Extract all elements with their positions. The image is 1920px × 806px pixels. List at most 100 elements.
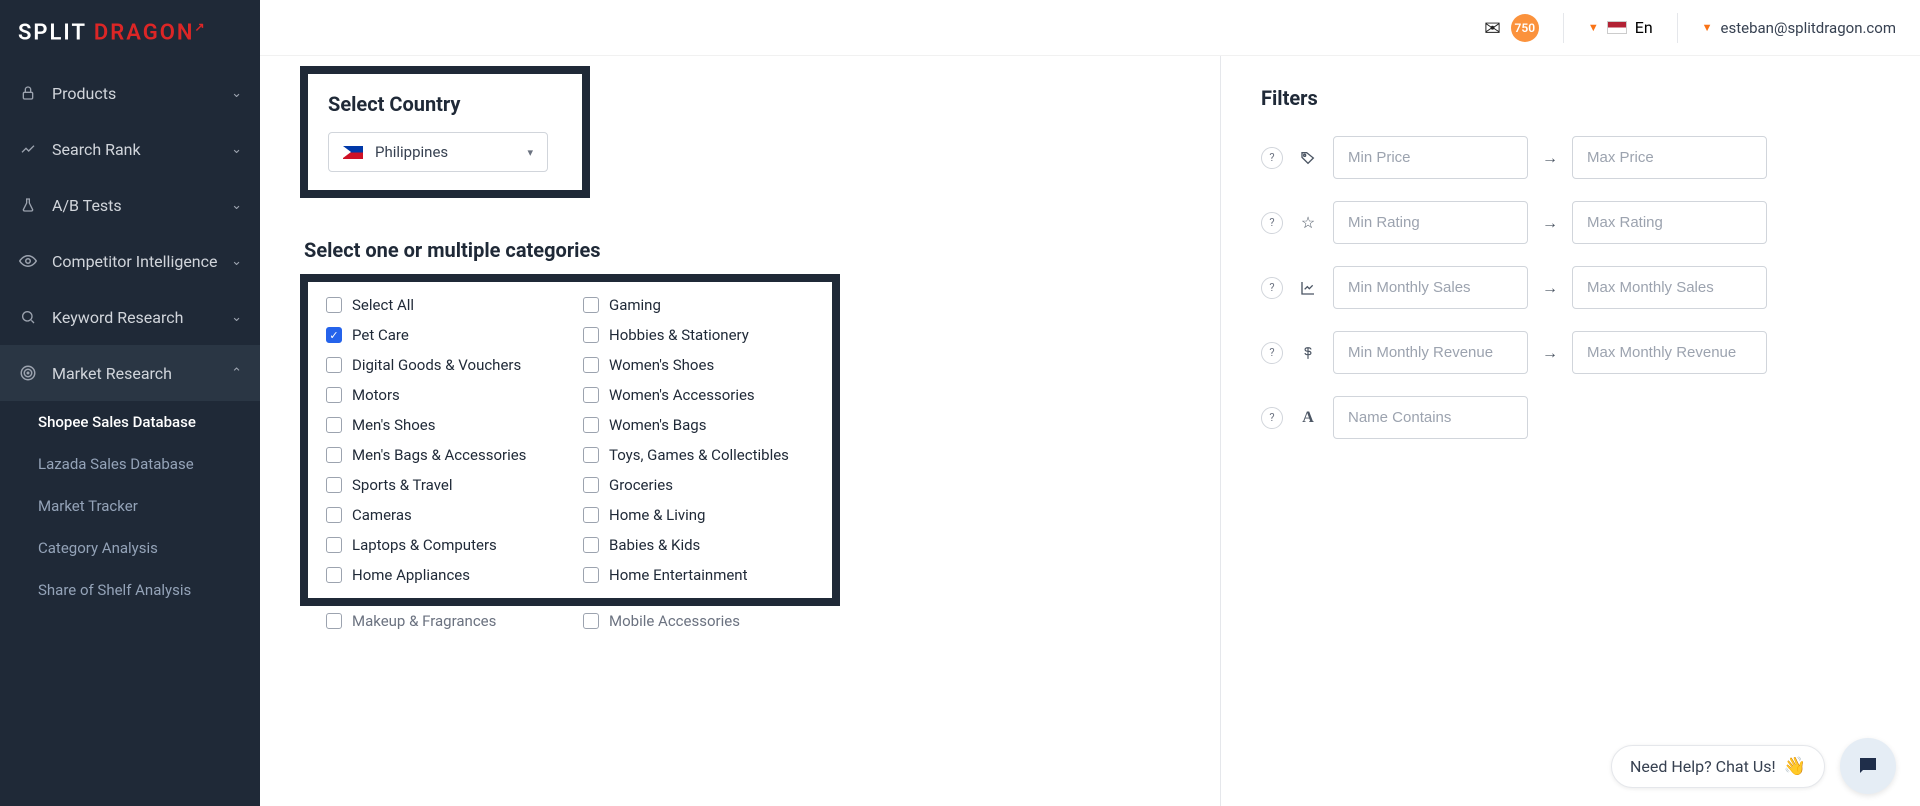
checkbox[interactable] (583, 567, 599, 583)
max-price-input[interactable] (1572, 136, 1767, 179)
subnav-shelf[interactable]: Share of Shelf Analysis (20, 569, 260, 611)
min-sales-input[interactable] (1333, 266, 1528, 309)
category-item[interactable]: Hobbies & Stationery (583, 326, 814, 344)
arrow-right-icon: → (1542, 213, 1558, 233)
checkbox[interactable] (583, 537, 599, 553)
category-item[interactable]: ✓ Pet Care (326, 326, 557, 344)
checkbox[interactable] (326, 613, 342, 629)
checkbox[interactable]: ✓ (326, 327, 342, 343)
caret-down-icon: ▾ (527, 146, 533, 159)
language-label: En (1635, 18, 1653, 37)
help-icon[interactable]: ? (1261, 212, 1283, 234)
nav-keyword[interactable]: Keyword Research ⌄ (0, 289, 260, 345)
category-label: Women's Shoes (609, 356, 714, 374)
checkbox[interactable] (326, 417, 342, 433)
category-item[interactable]: Women's Accessories (583, 386, 814, 404)
checkbox[interactable] (583, 357, 599, 373)
category-item[interactable]: Gaming (583, 296, 814, 314)
checkbox[interactable] (326, 447, 342, 463)
category-label: Makeup & Fragrances (352, 612, 496, 630)
category-item[interactable]: Cameras (326, 506, 557, 524)
filter-row-price: ? → (1261, 136, 1880, 179)
subnav: Shopee Sales Database Lazada Sales Datab… (0, 401, 260, 611)
checkbox[interactable] (583, 297, 599, 313)
dollar-icon (1297, 345, 1319, 361)
help-icon[interactable]: ? (1261, 342, 1283, 364)
help-icon[interactable]: ? (1261, 407, 1283, 429)
nav-products[interactable]: Products ⌄ (0, 65, 260, 121)
chat-button[interactable] (1840, 738, 1896, 794)
checkbox[interactable] (326, 507, 342, 523)
chart-line-icon (18, 139, 38, 159)
checkbox[interactable] (326, 297, 342, 313)
category-item[interactable]: Select All (326, 296, 557, 314)
country-selected: Philippines (375, 143, 448, 161)
checkbox[interactable] (583, 477, 599, 493)
min-revenue-input[interactable] (1333, 331, 1528, 374)
min-price-input[interactable] (1333, 136, 1528, 179)
category-item[interactable]: Babies & Kids (583, 536, 814, 554)
category-item[interactable]: Home Entertainment (583, 566, 814, 584)
category-item[interactable]: Toys, Games & Collectibles (583, 446, 814, 464)
subnav-tracker[interactable]: Market Tracker (20, 485, 260, 527)
name-contains-input[interactable] (1333, 396, 1528, 439)
language-selector[interactable]: ▼ En (1588, 18, 1653, 37)
notification-badge: 750 (1511, 14, 1539, 42)
category-item[interactable]: Groceries (583, 476, 814, 494)
category-label: Home Entertainment (609, 566, 748, 584)
checkbox[interactable] (583, 447, 599, 463)
checkbox[interactable] (583, 387, 599, 403)
max-sales-input[interactable] (1572, 266, 1767, 309)
wave-icon: 👋 (1784, 756, 1806, 777)
mail-notifications[interactable]: ✉ 750 (1484, 14, 1539, 42)
nav-search-rank[interactable]: Search Rank ⌄ (0, 121, 260, 177)
checkbox[interactable] (326, 477, 342, 493)
country-title: Select Country (328, 92, 562, 116)
category-item[interactable]: Men's Shoes (326, 416, 557, 434)
min-rating-input[interactable] (1333, 201, 1528, 244)
subnav-shopee[interactable]: Shopee Sales Database (20, 401, 260, 443)
tag-icon (1297, 150, 1319, 166)
nav-market-research[interactable]: Market Research ⌃ (0, 345, 260, 401)
user-menu[interactable]: ▼ esteban@splitdragon.com (1702, 19, 1896, 37)
chevron-down-icon: ⌄ (231, 254, 242, 269)
checkbox[interactable] (326, 537, 342, 553)
category-item[interactable]: Women's Shoes (583, 356, 814, 374)
category-label: Pet Care (352, 326, 409, 344)
country-select[interactable]: Philippines ▾ (328, 132, 548, 172)
max-rating-input[interactable] (1572, 201, 1767, 244)
checkbox[interactable] (583, 327, 599, 343)
checkbox[interactable] (326, 387, 342, 403)
help-icon[interactable]: ? (1261, 147, 1283, 169)
checkbox[interactable] (583, 507, 599, 523)
nav-label: Products (52, 84, 116, 103)
category-item[interactable]: Makeup & Fragrances (326, 612, 557, 630)
category-item[interactable]: Mobile Accessories (583, 612, 814, 630)
subnav-lazada[interactable]: Lazada Sales Database (20, 443, 260, 485)
checkbox[interactable] (326, 357, 342, 373)
category-item[interactable]: Men's Bags & Accessories (326, 446, 557, 464)
category-label: Women's Accessories (609, 386, 755, 404)
max-revenue-input[interactable] (1572, 331, 1767, 374)
category-item[interactable]: Motors (326, 386, 557, 404)
checkbox[interactable] (326, 567, 342, 583)
category-col-2: Gaming Hobbies & Stationery Women's Shoes W… (583, 296, 814, 584)
target-icon (18, 363, 38, 383)
chat-help-bubble[interactable]: Need Help? Chat Us! 👋 (1611, 745, 1825, 788)
checkbox[interactable] (583, 613, 599, 629)
checkbox[interactable] (583, 417, 599, 433)
category-item[interactable]: Digital Goods & Vouchers (326, 356, 557, 374)
category-item[interactable]: Laptops & Computers (326, 536, 557, 554)
nav-competitor[interactable]: Competitor Intelligence ⌄ (0, 233, 260, 289)
category-item[interactable]: Women's Bags (583, 416, 814, 434)
nav-ab-tests[interactable]: A/B Tests ⌄ (0, 177, 260, 233)
help-icon[interactable]: ? (1261, 277, 1283, 299)
filter-row-sales: ? → (1261, 266, 1880, 309)
filter-row-rating: ? ☆ → (1261, 201, 1880, 244)
category-label: Mobile Accessories (609, 612, 740, 630)
category-item[interactable]: Home & Living (583, 506, 814, 524)
category-label: Cameras (352, 506, 412, 524)
subnav-category[interactable]: Category Analysis (20, 527, 260, 569)
category-item[interactable]: Sports & Travel (326, 476, 557, 494)
category-item[interactable]: Home Appliances (326, 566, 557, 584)
